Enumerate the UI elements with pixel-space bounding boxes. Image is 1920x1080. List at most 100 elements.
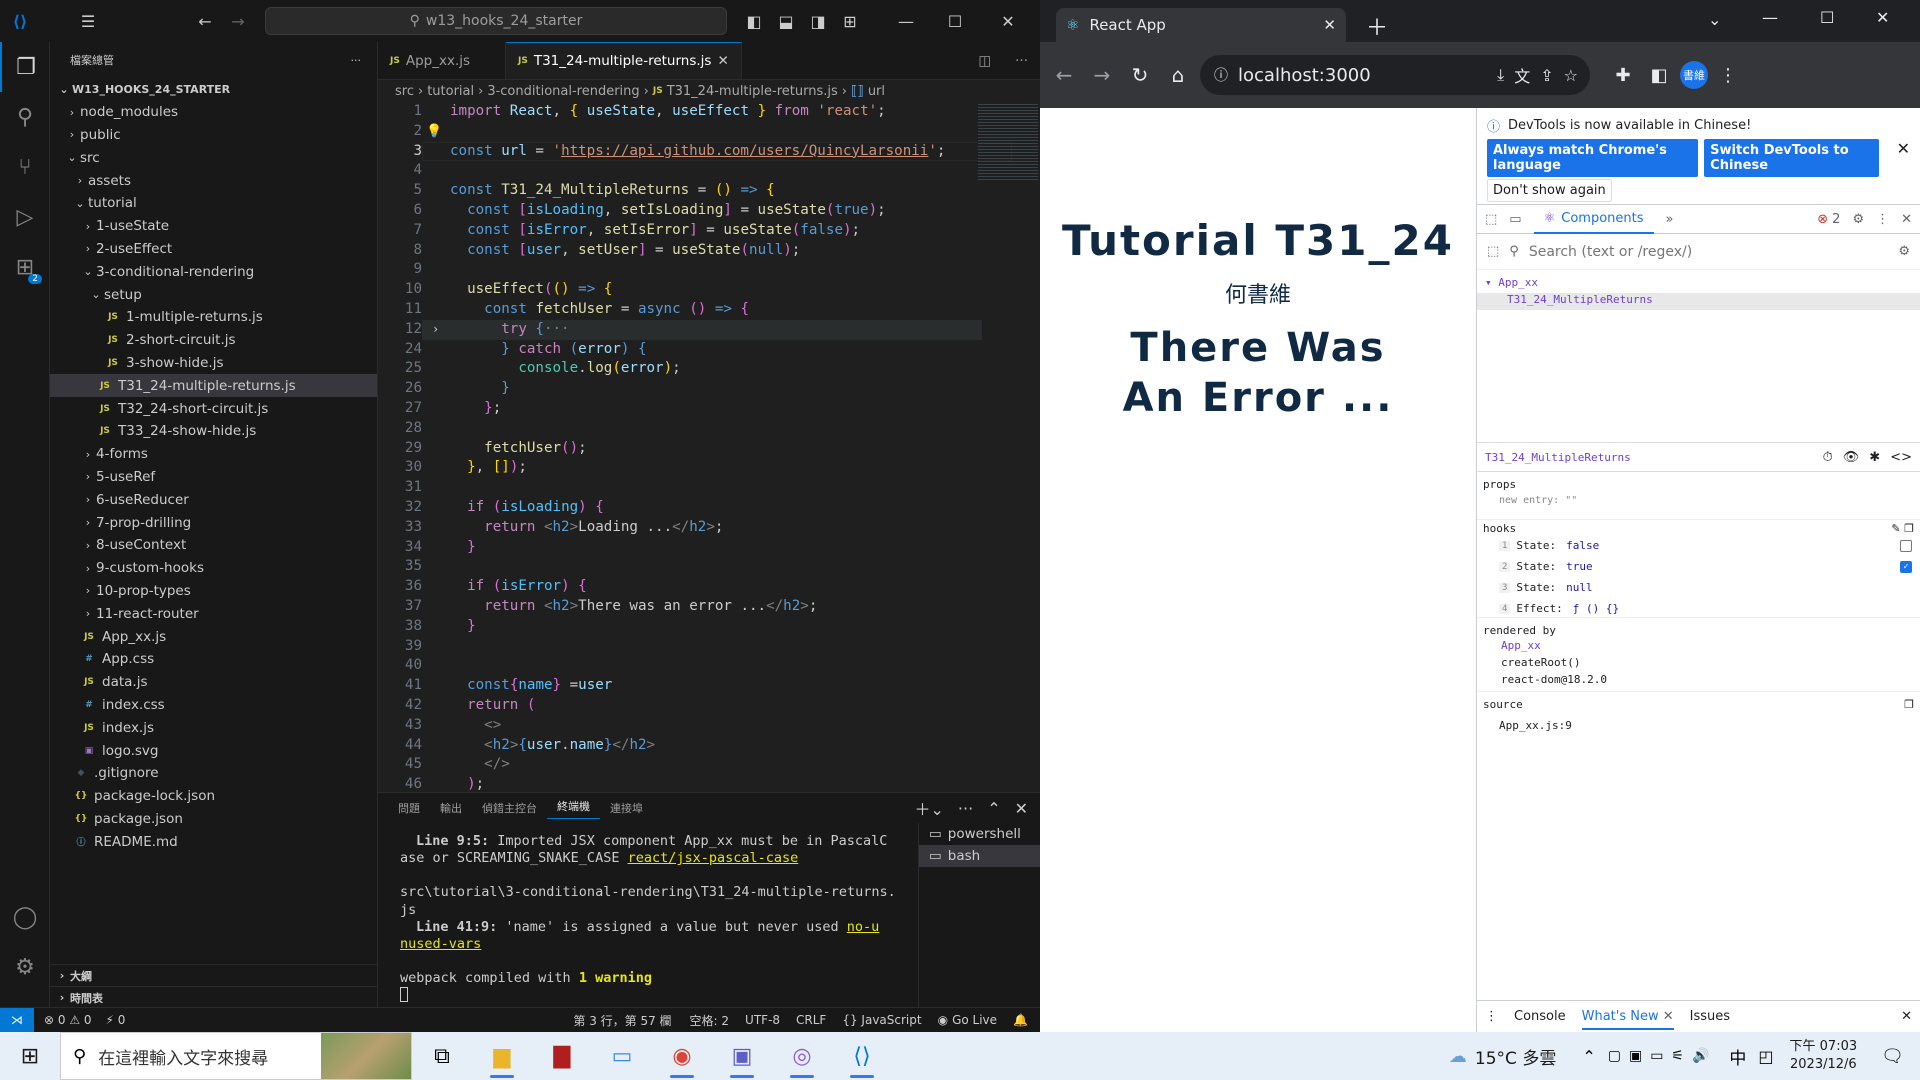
minimap[interactable]: [978, 102, 1038, 182]
app-icon-screen[interactable]: ▭: [592, 1032, 652, 1080]
app-icon-red[interactable]: ▇: [532, 1032, 592, 1080]
tree-item[interactable]: › 1-useState: [50, 215, 377, 238]
outline-section[interactable]: › 大綱: [50, 964, 377, 987]
hook-row[interactable]: 2 State: true ✓: [1499, 556, 1914, 577]
devtools-settings-icon[interactable]: ⚙: [1852, 212, 1864, 227]
maximize-panel-icon[interactable]: ⌃: [987, 799, 1000, 818]
extensions-icon[interactable]: ✚: [1608, 65, 1638, 86]
tree-item[interactable]: JS data.js: [50, 671, 377, 694]
maximize-button[interactable]: ☐: [1820, 8, 1834, 27]
maximize-button[interactable]: ☐: [935, 0, 975, 42]
source-control-icon[interactable]: ⑂: [0, 142, 50, 192]
terminal-bash[interactable]: ▭ bash: [919, 845, 1040, 867]
rendered-by-app[interactable]: App_xx: [1483, 639, 1914, 656]
timeline-section[interactable]: › 時間表: [50, 986, 377, 1009]
breadcrumb-item[interactable]: T31_24-multiple-returns.js: [667, 84, 838, 99]
tab-react-app[interactable]: ⚛ React App ✕: [1056, 8, 1346, 42]
inspect-element-icon[interactable]: ⬚: [1485, 212, 1497, 227]
tree-item[interactable]: › 6-useReducer: [50, 488, 377, 511]
vscode-taskbar-icon[interactable]: ⟨⟩: [832, 1032, 892, 1080]
ime-mode-icon[interactable]: ◰: [1758, 1047, 1773, 1066]
terminal-powershell[interactable]: ▭ powershell: [919, 823, 1040, 845]
tree-item[interactable]: JS 1-multiple-returns.js: [50, 306, 377, 329]
breadcrumb-item[interactable]: url: [868, 84, 885, 99]
tree-item[interactable]: › node_modules: [50, 101, 377, 124]
tree-item[interactable]: JS 2-short-circuit.js: [50, 329, 377, 352]
side-panel-icon[interactable]: ◧: [1644, 65, 1674, 86]
tree-item[interactable]: ⌄ setup: [50, 283, 377, 306]
app-icon-circle[interactable]: ◎: [772, 1032, 832, 1080]
hook-value[interactable]: null: [1566, 581, 1914, 594]
match-language-button[interactable]: Always match Chrome's language: [1487, 139, 1699, 177]
task-view-icon[interactable]: ⧉: [412, 1032, 472, 1080]
share-icon[interactable]: ⇪: [1540, 66, 1553, 85]
customize-layout-icon[interactable]: ⊞: [830, 0, 870, 42]
close-tab-icon[interactable]: ✕: [717, 53, 728, 69]
tree-item[interactable]: # index.css: [50, 694, 377, 717]
tab-ports[interactable]: 連接埠: [600, 800, 653, 816]
accounts-icon[interactable]: ◯: [0, 892, 50, 942]
breadcrumb-item[interactable]: src: [395, 84, 414, 99]
close-drawer-tab-icon[interactable]: ✕: [1663, 1009, 1674, 1024]
ime-indicator[interactable]: 中: [1729, 1044, 1746, 1069]
run-debug-icon[interactable]: ▷: [0, 192, 50, 242]
hook-row[interactable]: 4 Effect: ƒ () {}: [1499, 598, 1914, 619]
close-tab-icon[interactable]: ✕: [1323, 16, 1336, 34]
editor-more-icon[interactable]: ···: [1003, 42, 1040, 79]
extensions-icon[interactable]: ⊞ 2: [0, 242, 50, 292]
explorer-icon[interactable]: ❐: [0, 42, 50, 92]
forward-icon[interactable]: →: [1086, 63, 1118, 87]
tree-item[interactable]: › 4-forms: [50, 443, 377, 466]
tree-item[interactable]: ◆ .gitignore: [50, 762, 377, 785]
debug-icon[interactable]: ✱: [1869, 450, 1880, 465]
terminal-output[interactable]: Line 9:5: Imported JSX component App_xx …: [400, 833, 900, 1003]
tab-terminal[interactable]: 終端機: [547, 798, 600, 819]
reload-icon[interactable]: ↻: [1124, 63, 1156, 87]
teams-icon[interactable]: ▣: [712, 1032, 772, 1080]
forward-arrow-icon[interactable]: →: [218, 0, 258, 42]
tab-debug-console[interactable]: 偵錯主控台: [472, 800, 547, 816]
tree-node-child[interactable]: T31_24_MultipleReturns: [1477, 293, 1920, 310]
tree-item[interactable]: ▣ logo.svg: [50, 739, 377, 762]
tree-item[interactable]: {} package.json: [50, 808, 377, 831]
chrome-menu-icon[interactable]: ⋮: [1714, 65, 1742, 86]
view-source-icon[interactable]: <>: [1890, 450, 1912, 465]
more-tabs-icon[interactable]: »: [1666, 212, 1674, 227]
select-component-icon[interactable]: ⬚: [1487, 244, 1499, 259]
more-actions-icon[interactable]: ···: [351, 54, 362, 67]
tree-item[interactable]: ⌄ tutorial: [50, 192, 377, 215]
remote-icon[interactable]: ⋊: [0, 1007, 34, 1033]
devtools-menu-icon[interactable]: ⋮: [1876, 212, 1889, 227]
device-toolbar-icon[interactable]: ▭: [1509, 212, 1521, 227]
minimize-button[interactable]: —: [1762, 8, 1778, 27]
tree-item[interactable]: ⌄ src: [50, 146, 377, 169]
breadcrumb-item[interactable]: 3-conditional-rendering: [487, 84, 639, 99]
tree-item[interactable]: JS App_xx.js: [50, 625, 377, 648]
dont-show-again-button[interactable]: Don't show again: [1487, 179, 1612, 202]
switch-language-button[interactable]: Switch DevTools to Chinese: [1704, 139, 1879, 177]
weather-text[interactable]: 15°C 多雲: [1475, 1044, 1556, 1069]
encoding[interactable]: UTF-8: [745, 1013, 780, 1027]
drawer-tab-whats-new[interactable]: What's New ✕: [1581, 1009, 1674, 1030]
notification-center-icon[interactable]: 🗨: [1881, 1046, 1904, 1067]
new-tab-button[interactable]: ＋: [1366, 10, 1388, 42]
split-editor-icon[interactable]: ◫: [966, 42, 1003, 79]
tree-item[interactable]: ⌄ 3-conditional-rendering: [50, 260, 377, 283]
command-center-search[interactable]: ⚲ w13_hooks_24_starter: [265, 7, 727, 35]
error-count[interactable]: 2: [1832, 212, 1840, 227]
terminal-link[interactable]: nused-vars: [400, 936, 481, 952]
settings-gear-icon[interactable]: ⚙: [0, 942, 50, 992]
lightbulb-icon[interactable]: 💡: [426, 122, 442, 142]
tree-item[interactable]: › 7-prop-drilling: [50, 511, 377, 534]
new-terminal-icon[interactable]: ＋⌄: [915, 796, 944, 820]
hook-row[interactable]: 3 State: null: [1499, 577, 1914, 598]
tree-item[interactable]: JS T33_24-show-hide.js: [50, 420, 377, 443]
drawer-menu-icon[interactable]: ⋮: [1485, 1009, 1498, 1024]
hooks-tools-icon[interactable]: ✎ ❐: [1891, 522, 1914, 535]
install-app-icon[interactable]: ⤓: [1497, 65, 1504, 85]
tree-item[interactable]: {} package-lock.json: [50, 785, 377, 808]
terminal-link[interactable]: no-u: [847, 919, 880, 935]
notifications-bell-icon[interactable]: 🔔: [1013, 1013, 1028, 1027]
hook-row[interactable]: 1 State: false: [1499, 535, 1914, 556]
copy-icon[interactable]: ❐: [1904, 698, 1914, 711]
